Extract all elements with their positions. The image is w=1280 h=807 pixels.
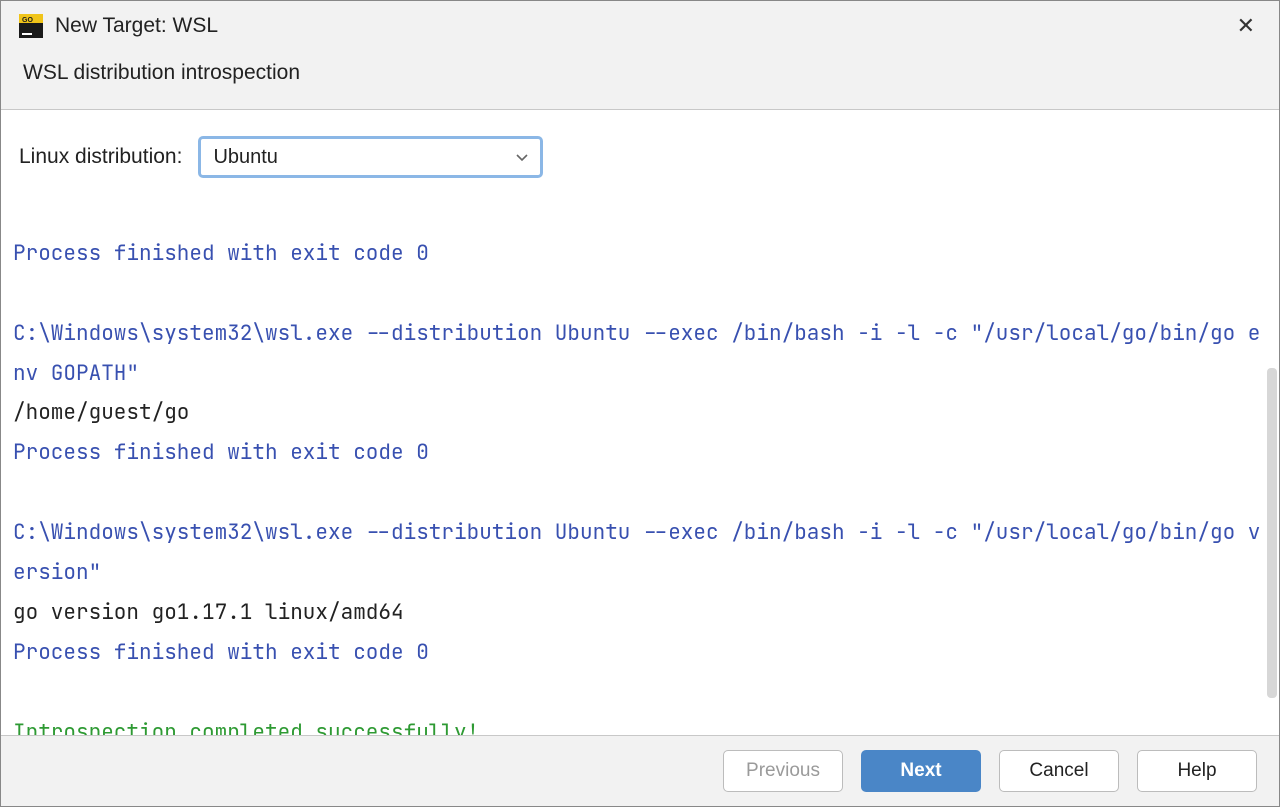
- linux-distribution-select[interactable]: Ubuntu: [198, 136, 543, 178]
- console-success-line: Introspection completed successfully!: [13, 719, 479, 735]
- window-title: New Target: WSL: [55, 14, 1231, 38]
- console-line: C:\Windows\system32\wsl.exe --distributi…: [13, 320, 1260, 387]
- chevron-down-icon: [516, 149, 528, 165]
- console-line: Process finished with exit code 0: [13, 439, 429, 466]
- titlebar: GO New Target: WSL ✕: [1, 1, 1279, 43]
- console-blank: [13, 473, 1267, 513]
- linux-distribution-value: Ubuntu: [213, 146, 516, 169]
- console-blank: [13, 274, 1267, 314]
- console-line: C:\Windows\system32\wsl.exe --distributi…: [13, 519, 1260, 586]
- next-button[interactable]: Next: [861, 750, 981, 792]
- introspection-console: Process finished with exit code 0 C:\Win…: [1, 188, 1279, 735]
- console-line: /home/guest/go: [13, 399, 189, 426]
- help-button[interactable]: Help: [1137, 750, 1257, 792]
- wizard-step-title: WSL distribution introspection: [1, 43, 1279, 110]
- linux-distribution-label: Linux distribution:: [19, 145, 182, 169]
- console-line: Process finished with exit code 0: [13, 639, 429, 666]
- previous-button: Previous: [723, 750, 843, 792]
- close-icon[interactable]: ✕: [1231, 11, 1261, 41]
- wizard-footer: Previous Next Cancel Help: [1, 735, 1279, 806]
- console-line: Process finished with exit code 0: [13, 240, 429, 267]
- goland-app-icon: GO: [19, 14, 43, 38]
- svg-text:GO: GO: [22, 17, 33, 24]
- scrollbar-thumb[interactable]: [1267, 368, 1277, 698]
- console-blank: [13, 673, 1267, 713]
- console-line: go version go1.17.1 linux/amd64: [13, 599, 404, 626]
- cancel-button[interactable]: Cancel: [999, 750, 1119, 792]
- form-row-linux-distribution: Linux distribution: Ubuntu: [1, 110, 1279, 188]
